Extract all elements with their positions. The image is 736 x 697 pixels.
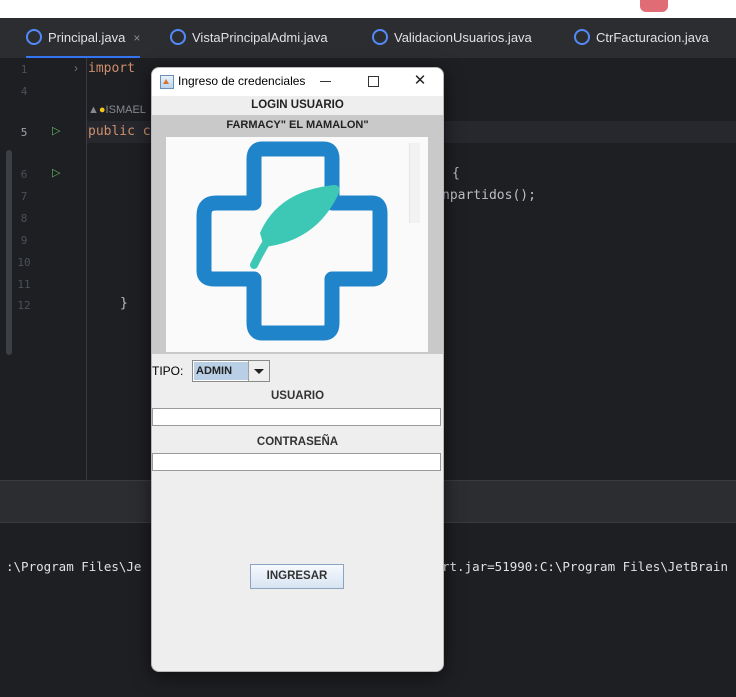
user-icon: ▲ [88, 104, 99, 116]
tipo-label: TIPO: [152, 364, 184, 378]
class-icon [170, 29, 186, 45]
code-brace-open: { [452, 166, 460, 181]
line-number: 11 [17, 278, 31, 291]
logo-panel [152, 135, 443, 354]
minimize-icon [320, 81, 331, 82]
line-number: 10 [17, 256, 31, 269]
code-import: import [88, 61, 135, 76]
tab-label: VistaPrincipalAdmi.java [192, 30, 328, 45]
line-number: 5 [20, 126, 28, 139]
line-number: 1 [20, 63, 28, 76]
code-public-class: public c [88, 124, 151, 139]
chevron-down-icon[interactable] [248, 361, 269, 381]
login-header: LOGIN USUARIO [251, 99, 344, 111]
line-number: 9 [20, 234, 28, 247]
tipo-select[interactable]: ADMIN [192, 360, 270, 382]
code-call-fragment: npartidos(); [442, 188, 536, 203]
logo-scrollbar[interactable] [409, 143, 420, 223]
editor-tabs: Principal.java × VistaPrincipalAdmi.java … [0, 18, 736, 59]
line-number: 6 [20, 168, 28, 181]
minimize-button[interactable] [314, 71, 338, 91]
password-label: CONTRASEÑA [256, 436, 339, 448]
login-dialog: Ingreso de credenciales ✕ LOGIN USUARIO … [151, 67, 444, 672]
maximize-button[interactable] [361, 71, 385, 91]
logo-gap [232, 229, 256, 239]
ingresar-button[interactable]: INGRESAR [250, 564, 344, 589]
logo-image-area [166, 137, 428, 352]
close-button[interactable]: ✕ [408, 71, 432, 91]
dialog-titlebar[interactable]: Ingreso de credenciales ✕ [152, 68, 443, 96]
tab-principal[interactable]: Principal.java × [26, 18, 141, 58]
close-icon: ✕ [413, 72, 427, 89]
logo-cross-blue [196, 141, 388, 341]
tab-label: CtrFacturacion.java [596, 30, 709, 45]
author-hint: ▲●ISMAEL [88, 104, 146, 116]
password-input[interactable] [152, 453, 441, 471]
class-icon [26, 29, 42, 45]
record-indicator [640, 0, 668, 12]
class-icon [574, 29, 590, 45]
run-icon[interactable]: ▷ [52, 124, 60, 137]
tipo-selected-value: ADMIN [194, 362, 248, 380]
usuario-label: USUARIO [270, 390, 325, 402]
tab-validacion-usuarios[interactable]: ValidacionUsuarios.java [372, 18, 532, 58]
console-line-right: rt.jar=51990:C:\Program Files\JetBrain [442, 559, 728, 574]
class-icon [372, 29, 388, 45]
fold-arrow-icon[interactable]: › [74, 61, 78, 75]
tab-label: ValidacionUsuarios.java [394, 30, 532, 45]
tab-ctr-facturacion[interactable]: CtrFacturacion.java [574, 18, 709, 58]
top-strip [0, 0, 736, 18]
line-number: 7 [20, 190, 28, 203]
line-number: 12 [17, 299, 31, 312]
lightbulb-icon: ● [98, 104, 106, 116]
pharmacy-cross-logo [196, 141, 388, 341]
tab-vista-principal-admi[interactable]: VistaPrincipalAdmi.java [170, 18, 328, 58]
java-app-icon [160, 75, 174, 89]
usuario-input[interactable] [152, 408, 441, 426]
line-number: 8 [20, 212, 28, 225]
tab-label: Principal.java [48, 30, 126, 45]
dialog-title: Ingreso de credenciales [178, 74, 306, 88]
tipo-row: TIPO: ADMIN [152, 359, 443, 383]
pharmacy-name: FARMACY" EL MAMALON" [152, 115, 443, 135]
run-icon[interactable]: ▷ [52, 166, 60, 179]
maximize-icon [368, 76, 379, 87]
console-line-left: :\Program Files\Je [6, 559, 142, 574]
line-number: 4 [20, 85, 28, 98]
code-brace-close: } [120, 296, 128, 311]
close-tab-icon[interactable]: × [133, 31, 140, 45]
line-gutter [0, 58, 87, 480]
